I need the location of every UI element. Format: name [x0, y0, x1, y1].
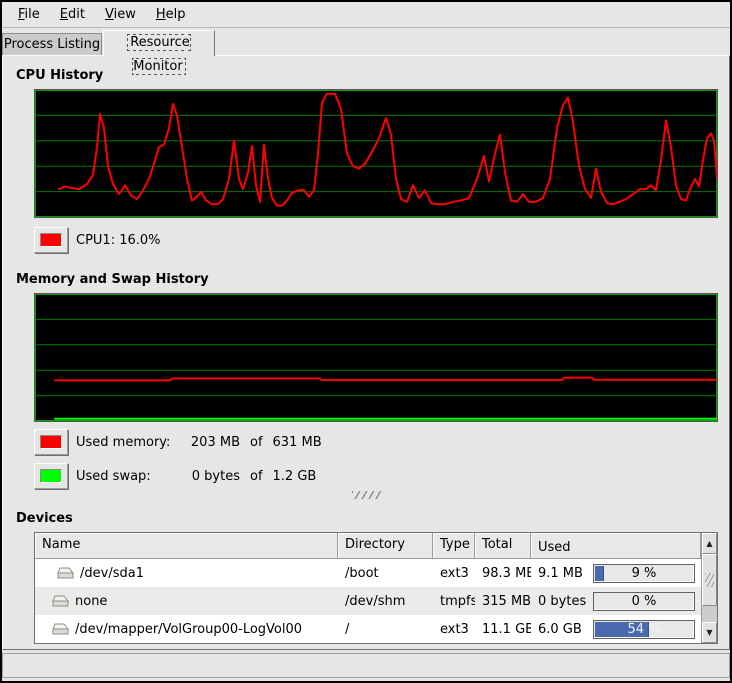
device-name: none	[75, 594, 107, 609]
column-header-directory[interactable]: Directory	[338, 533, 433, 559]
devices-title: Devices	[16, 511, 73, 526]
memory-total-value: 631 MB	[273, 435, 322, 450]
device-directory: /dev/shm	[338, 594, 433, 609]
swap-total-value: 1.2 GB	[273, 469, 317, 484]
swap-color-button[interactable]	[34, 463, 68, 489]
memory-color-swatch	[40, 435, 62, 449]
swap-color-swatch	[40, 469, 62, 483]
arrow-down-icon: ▼	[706, 628, 712, 637]
devices-table-header: Name Directory Type Total Used	[35, 533, 701, 559]
usage-progress-label: 54 %	[594, 621, 694, 638]
tab-process-listing-label: Process Listing	[4, 37, 100, 52]
scrollbar-grip-icon	[705, 573, 714, 587]
menu-help[interactable]: Help	[146, 4, 196, 25]
tab-resource-monitor[interactable]: Resource Monitor	[103, 30, 215, 56]
table-row[interactable]: none /dev/shm tmpfs 315 MB 0 bytes 0 %	[35, 587, 701, 615]
swap-legend: Used swap: 0 bytes of 1.2 GB	[34, 462, 316, 490]
device-directory: /	[338, 622, 433, 637]
column-header-name[interactable]: Name	[35, 533, 338, 559]
disk-icon	[51, 623, 69, 636]
device-total: 98.3 MB	[475, 566, 531, 581]
usage-progress-bar: 54 %	[593, 620, 695, 639]
menu-file[interactable]: File	[8, 4, 50, 25]
device-name: /dev/mapper/VolGroup00-LogVol00	[75, 622, 302, 637]
scrollbar-thumb[interactable]	[702, 554, 717, 606]
device-type: ext3	[433, 566, 475, 581]
device-type: tmpfs	[433, 594, 475, 609]
table-row[interactable]: /dev/sda1 /boot ext3 98.3 MB 9.1 MB 9 %	[35, 559, 701, 587]
cpu-legend-label: CPU1: 16.0%	[76, 233, 161, 248]
disk-icon	[56, 567, 74, 580]
tab-resource-monitor-label: Resource Monitor	[128, 35, 190, 74]
cpu-history-graph	[34, 89, 718, 218]
scroll-up-button[interactable]: ▲	[702, 533, 717, 554]
resource-monitor-page: CPU History CPU1: 16.0% Memory and Swap …	[2, 55, 730, 650]
menu-bar: File Edit View Help	[2, 2, 730, 28]
vertical-scrollbar[interactable]: ▲ ▼	[701, 533, 717, 643]
memory-legend: Used memory: 203 MB of 631 MB	[34, 428, 322, 456]
device-type: ext3	[433, 622, 475, 637]
devices-table-main: Name Directory Type Total Used /dev/sda1…	[35, 533, 701, 643]
device-used: 0 bytes	[538, 594, 586, 609]
memory-of-label: of	[250, 435, 263, 450]
cpu-history-title: CPU History	[16, 68, 103, 83]
device-total: 315 MB	[475, 594, 531, 609]
system-monitor-window: File Edit View Help Process Listing Reso…	[0, 0, 732, 683]
scroll-down-button[interactable]: ▼	[702, 622, 717, 643]
tab-process-listing[interactable]: Process Listing	[2, 33, 102, 56]
swap-used-value: 0 bytes	[180, 469, 240, 484]
column-header-total[interactable]: Total	[475, 533, 531, 559]
menu-edit[interactable]: Edit	[50, 4, 95, 25]
disk-icon	[51, 595, 69, 608]
device-total: 11.1 GB	[475, 622, 531, 637]
menu-view[interactable]: View	[95, 4, 146, 25]
usage-progress-label: 0 %	[594, 593, 694, 610]
table-row[interactable]: /dev/mapper/VolGroup00-LogVol00 / ext3 1…	[35, 615, 701, 643]
usage-progress-bar: 9 %	[593, 564, 695, 583]
tab-strip: Process Listing Resource Monitor	[2, 29, 730, 55]
cpu-history-plot	[35, 90, 717, 217]
usage-progress-label: 9 %	[594, 565, 694, 582]
cpu-color-button[interactable]	[34, 227, 68, 253]
arrow-up-icon: ▲	[706, 539, 712, 548]
memory-swap-graph	[34, 293, 718, 422]
cpu-legend: CPU1: 16.0%	[34, 226, 161, 254]
swap-legend-label: Used swap:	[76, 469, 180, 484]
memory-swap-plot	[35, 294, 717, 421]
memory-used-value: 203 MB	[180, 435, 240, 450]
device-used: 9.1 MB	[538, 566, 583, 581]
device-used: 6.0 GB	[538, 622, 582, 637]
usage-progress-bar: 0 %	[593, 592, 695, 611]
pane-resize-grip[interactable]	[352, 491, 382, 499]
column-header-type[interactable]: Type	[433, 533, 475, 559]
memory-legend-label: Used memory:	[76, 435, 180, 450]
device-name: /dev/sda1	[80, 566, 144, 581]
cpu-color-swatch	[40, 233, 62, 247]
memory-color-button[interactable]	[34, 429, 68, 455]
device-directory: /boot	[338, 566, 433, 581]
devices-table: Name Directory Type Total Used /dev/sda1…	[34, 532, 718, 644]
status-bar	[2, 653, 730, 678]
column-header-used[interactable]: Used	[531, 533, 701, 559]
memory-swap-title: Memory and Swap History	[16, 272, 209, 287]
swap-of-label: of	[250, 469, 263, 484]
scrollbar-trough[interactable]	[702, 606, 717, 622]
